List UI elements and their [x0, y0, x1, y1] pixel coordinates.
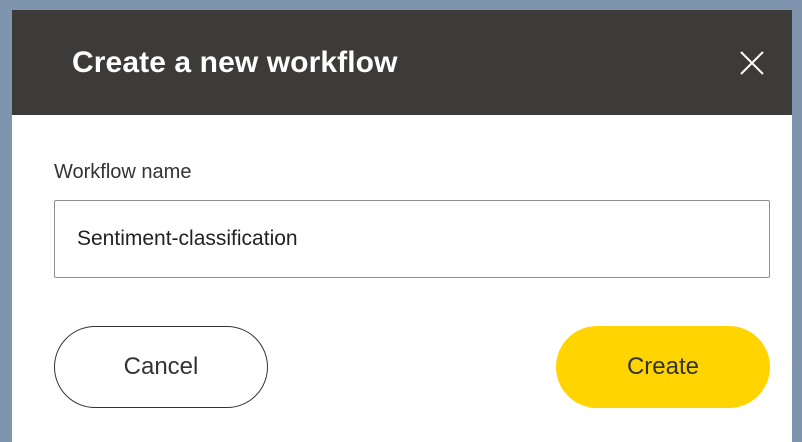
- dialog-actions: Cancel Create: [54, 326, 770, 408]
- dialog-title: Create a new workflow: [72, 45, 398, 79]
- dialog-body: Workflow name Cancel Create: [12, 115, 792, 408]
- close-button[interactable]: [732, 43, 772, 83]
- cancel-button[interactable]: Cancel: [54, 326, 268, 408]
- create-workflow-dialog: Create a new workflow Workflow name Canc…: [12, 10, 792, 442]
- workflow-name-label: Workflow name: [54, 161, 192, 183]
- backdrop: [0, 0, 802, 10]
- dialog-header: Create a new workflow: [12, 10, 792, 115]
- backdrop-right: [792, 0, 802, 442]
- workflow-name-input[interactable]: [54, 200, 770, 278]
- backdrop-left: [0, 0, 12, 442]
- close-icon: [740, 50, 764, 75]
- create-button[interactable]: Create: [556, 326, 770, 408]
